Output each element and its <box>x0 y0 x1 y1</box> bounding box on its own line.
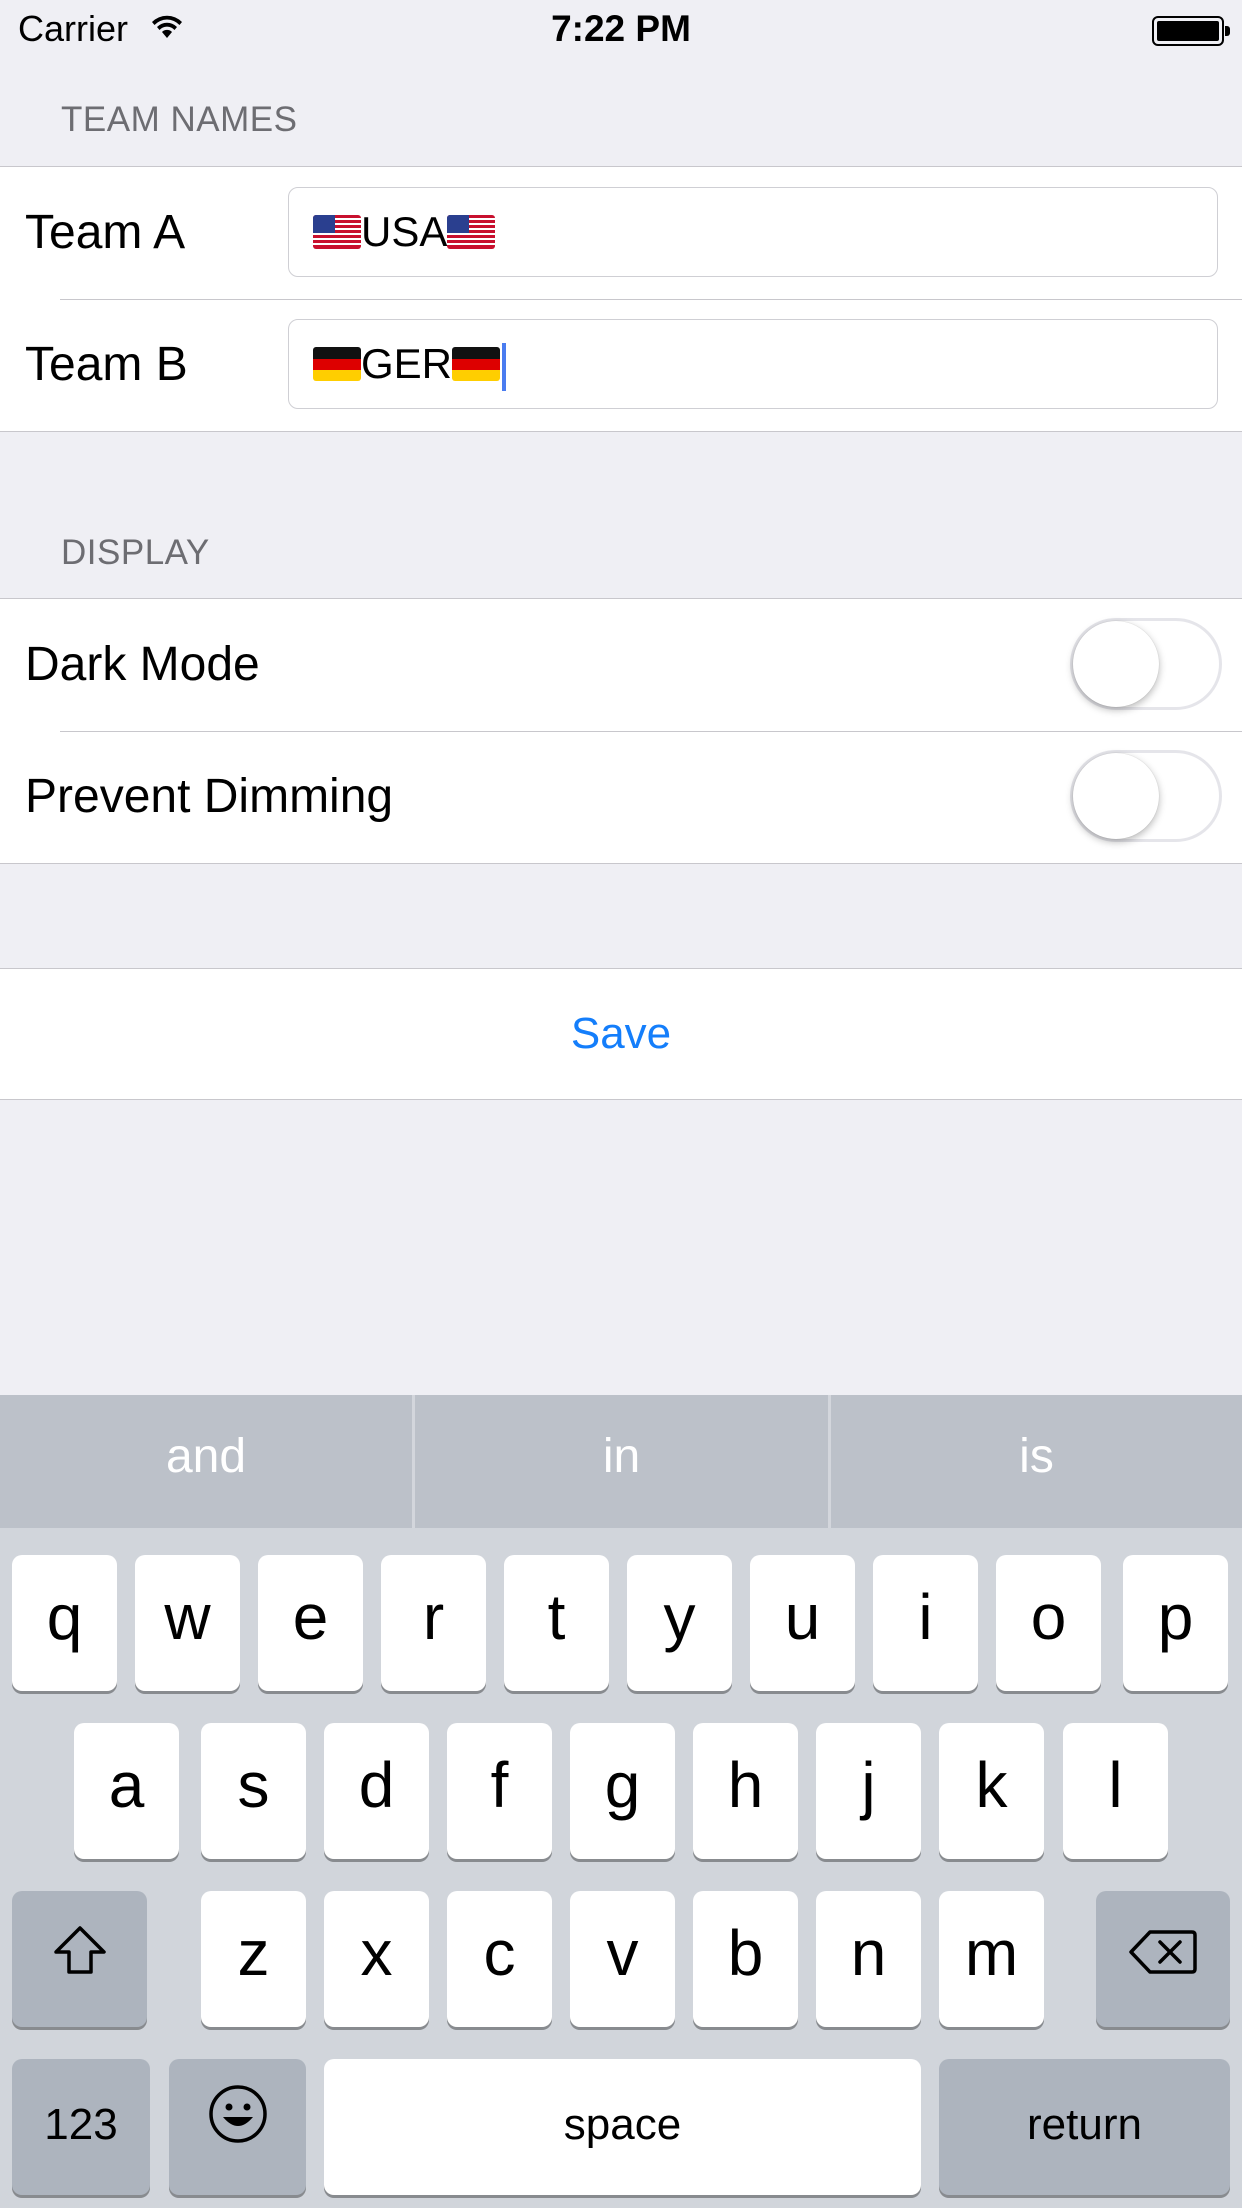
prevent-dimming-label: Prevent Dimming <box>25 770 394 823</box>
numbers-key[interactable]: 123 <box>12 2059 150 2195</box>
dark-mode-toggle[interactable] <box>1070 618 1222 710</box>
key-x[interactable]: x <box>324 1891 429 2027</box>
team-b-field[interactable]: GER <box>288 319 1218 409</box>
key-i[interactable]: i <box>873 1555 978 1691</box>
team-b-label: Team B <box>25 338 188 391</box>
key-j[interactable]: j <box>816 1723 921 1859</box>
key-k[interactable]: k <box>939 1723 1044 1859</box>
space-key[interactable]: space <box>324 2059 921 2195</box>
key-g[interactable]: g <box>570 1723 675 1859</box>
display-header: DISPLAY <box>61 533 210 572</box>
key-s[interactable]: s <box>201 1723 306 1859</box>
key-y[interactable]: y <box>627 1555 732 1691</box>
return-key[interactable]: return <box>939 2059 1230 2195</box>
prevent-dimming-toggle[interactable] <box>1070 750 1222 842</box>
key-b[interactable]: b <box>693 1891 798 2027</box>
germany-flag-icon <box>313 346 361 381</box>
key-h[interactable]: h <box>693 1723 798 1859</box>
key-q[interactable]: q <box>12 1555 117 1691</box>
key-d[interactable]: d <box>324 1723 429 1859</box>
us-flag-icon <box>447 214 496 249</box>
shift-icon <box>52 1892 108 2016</box>
key-t[interactable]: t <box>504 1555 609 1691</box>
key-p[interactable]: p <box>1123 1555 1228 1691</box>
key-l[interactable]: l <box>1063 1723 1168 1859</box>
clock: 7:22 PM <box>551 8 691 49</box>
status-bar: Carrier 7:22 PM <box>0 0 1242 60</box>
text-cursor <box>502 342 507 391</box>
prevent-dimming-row: Prevent Dimming <box>0 731 1242 863</box>
key-o[interactable]: o <box>996 1555 1101 1691</box>
us-flag-icon <box>313 214 361 249</box>
delete-key[interactable] <box>1096 1891 1230 2027</box>
key-n[interactable]: n <box>816 1891 921 2027</box>
team-a-value: USA <box>361 208 448 255</box>
key-a[interactable]: a <box>74 1723 179 1859</box>
delete-icon <box>1128 1892 1198 2016</box>
team-a-label: Team A <box>25 206 186 259</box>
dark-mode-label: Dark Mode <box>25 638 260 691</box>
key-m[interactable]: m <box>939 1891 1044 2027</box>
key-u[interactable]: u <box>750 1555 855 1691</box>
save-button[interactable]: Save <box>0 969 1242 1099</box>
emoji-icon <box>207 2061 269 2185</box>
team-a-row: Team A USA <box>0 167 1242 299</box>
team-a-field[interactable]: USA <box>288 187 1218 277</box>
save-group: Save <box>0 968 1242 1100</box>
shift-key[interactable] <box>12 1891 147 2027</box>
team-names-group: Team A USA Team B GER <box>0 166 1242 432</box>
team-b-row: Team B GER <box>0 299 1242 431</box>
key-r[interactable]: r <box>381 1555 486 1691</box>
key-w[interactable]: w <box>135 1555 240 1691</box>
keyboard: and in is q w e r t y u i o p a s d f g … <box>0 1395 1242 2208</box>
team-b-value: GER <box>361 340 453 387</box>
suggestion-3[interactable]: is <box>831 1395 1242 1528</box>
key-v[interactable]: v <box>570 1891 675 2027</box>
germany-flag-icon <box>452 346 501 381</box>
emoji-key[interactable] <box>169 2059 306 2195</box>
team-names-header: TEAM NAMES <box>61 100 298 139</box>
key-z[interactable]: z <box>201 1891 306 2027</box>
predictive-bar: and in is <box>0 1395 1242 1528</box>
suggestion-1[interactable]: and <box>0 1395 412 1528</box>
toggle-knob <box>1073 621 1159 707</box>
display-group: Dark Mode Prevent Dimming <box>0 598 1242 864</box>
key-e[interactable]: e <box>258 1555 363 1691</box>
key-f[interactable]: f <box>447 1723 552 1859</box>
suggestion-2[interactable]: in <box>415 1395 828 1528</box>
dark-mode-row: Dark Mode <box>0 599 1242 731</box>
toggle-knob <box>1073 753 1159 839</box>
key-c[interactable]: c <box>447 1891 552 2027</box>
battery-icon <box>1152 16 1230 46</box>
